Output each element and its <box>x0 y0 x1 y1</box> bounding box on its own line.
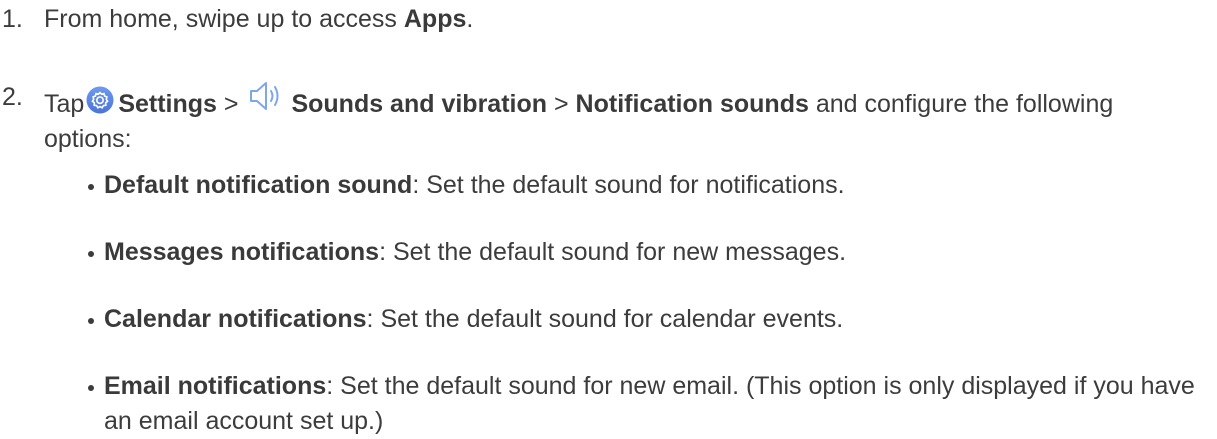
list-item: Email notifications: Set the default sou… <box>88 369 1198 439</box>
bullet-icon <box>88 318 94 324</box>
step-text: Tap Settings > Sounds and vibration > No… <box>44 80 1184 157</box>
option-term: Calendar notifications <box>104 305 367 333</box>
sounds-vibration-label: Sounds and vibration <box>291 90 548 118</box>
list-item: Default notification sound: Set the defa… <box>88 168 1198 203</box>
step-text-before: From home, swipe up to access <box>44 5 404 33</box>
step-text-after: . <box>466 5 474 33</box>
option-description: : Set the default sound for new messages… <box>379 238 847 266</box>
option-term: Email notifications <box>104 372 327 400</box>
option-description: : Set the default sound for notification… <box>412 171 845 199</box>
options-list: Default notification sound: Set the defa… <box>88 168 1198 439</box>
step-number: 1. <box>2 5 23 33</box>
tap-text: Tap <box>44 90 85 118</box>
bullet-icon <box>88 184 94 190</box>
option-description: : Set the default sound for calendar eve… <box>366 305 844 333</box>
step-text: From home, swipe up to access Apps. <box>44 2 473 37</box>
option-term: Messages notifications <box>104 238 380 266</box>
option-term: Default notification sound <box>104 171 413 199</box>
list-item: Calendar notifications: Set the default … <box>88 302 1198 337</box>
settings-label: Settings <box>118 90 217 118</box>
apps-label: Apps <box>403 5 467 33</box>
speaker-icon <box>247 80 287 112</box>
notification-sounds-label: Notification sounds <box>575 90 809 118</box>
separator: > <box>553 90 569 118</box>
bullet-icon <box>88 385 94 391</box>
bullet-icon <box>88 251 94 257</box>
step-number: 2. <box>2 83 23 111</box>
list-item: Messages notifications: Set the default … <box>88 235 1198 270</box>
separator: > <box>223 90 239 118</box>
settings-gear-icon <box>86 86 114 114</box>
